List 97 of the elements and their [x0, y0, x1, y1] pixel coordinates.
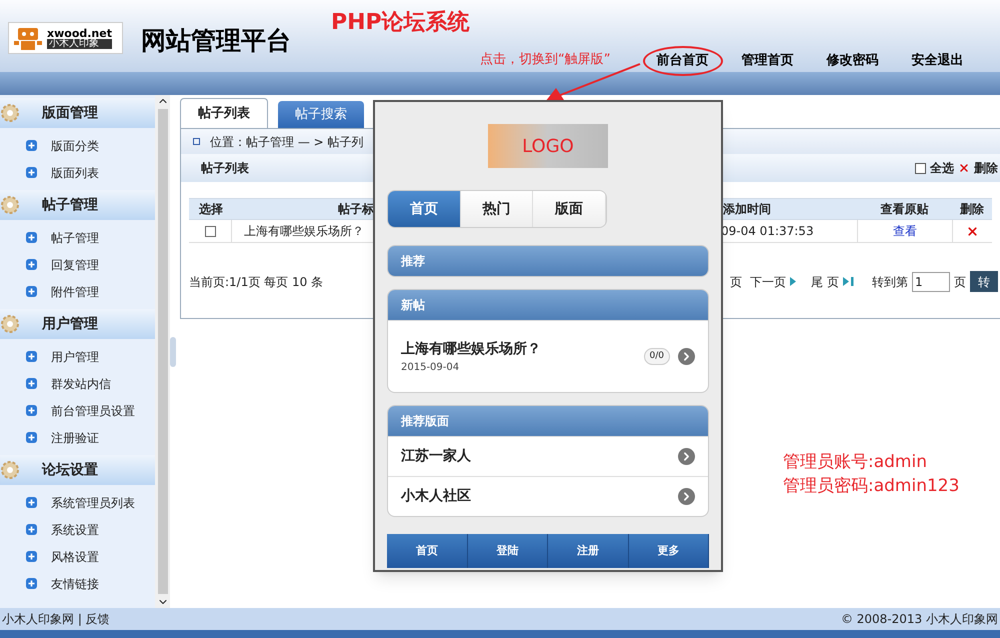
mobile-tab[interactable]: 热门 — [460, 191, 534, 227]
post-date: 2015-09-04 — [401, 360, 460, 374]
sidebar-item[interactable]: 系统设置 — [51, 520, 99, 538]
last-page-link[interactable]: 尾 页 — [811, 272, 839, 290]
copyright: © 2008-2013 小木人印象网 — [840, 611, 998, 628]
sidebar-item[interactable]: 注册验证 — [51, 428, 99, 446]
nav-link[interactable]: 管理首页 — [725, 50, 810, 72]
sidebar-section-header[interactable]: 版面管理 — [0, 98, 155, 128]
annotation-title: PHP论坛系统 — [331, 9, 470, 37]
plus-icon — [26, 524, 37, 535]
section-title: 推荐版面 — [401, 413, 449, 430]
mobile-nav-button[interactable]: 首页 — [387, 534, 468, 568]
panel-title: 帖子列表 — [201, 160, 249, 177]
chevron-icon — [678, 488, 695, 505]
view-link[interactable]: 查看 — [893, 222, 917, 240]
board-row[interactable]: 江苏一家人 — [388, 436, 708, 476]
sidebar-item[interactable]: 版面分类 — [51, 136, 99, 154]
delete-icon — [958, 162, 970, 174]
robot-icon — [13, 25, 43, 51]
mobile-nav-button[interactable]: 登陆 — [468, 534, 548, 568]
sidebar-item[interactable]: 回复管理 — [51, 256, 99, 274]
plus-icon — [26, 551, 37, 562]
sidebar-item[interactable]: 群发站内信 — [51, 374, 111, 392]
plus-icon — [26, 140, 37, 151]
section-title: 新帖 — [401, 297, 425, 314]
sidebar-item[interactable]: 风格设置 — [51, 548, 99, 566]
board-row[interactable]: 小木人社区 — [388, 476, 708, 516]
mobile-tab[interactable]: 版面 — [533, 191, 606, 227]
plus-icon — [26, 232, 37, 243]
plus-icon — [26, 259, 37, 270]
board-title: 小木人社区 — [401, 487, 472, 506]
select-all-checkbox[interactable] — [915, 162, 926, 174]
scrollbar-thumb[interactable] — [158, 109, 168, 594]
gear-icon — [0, 195, 20, 215]
plus-icon — [26, 497, 37, 508]
mobile-nav-button[interactable]: 注册 — [548, 534, 628, 568]
gear-icon — [0, 314, 20, 334]
sidebar-item[interactable]: 前台管理员设置 — [51, 402, 135, 420]
select-all-label: 全选 — [930, 160, 954, 177]
sidebar-section-header[interactable]: 论坛设置 — [0, 455, 155, 485]
sidebar-item[interactable]: 系统管理员列表 — [51, 494, 135, 512]
logo-text: xwood.net — [47, 28, 112, 38]
square-bullet-icon — [193, 138, 200, 145]
footer-links[interactable]: 小木人印象网 | 反馈 — [2, 610, 110, 628]
prev-page-link[interactable]: 页 — [730, 272, 742, 290]
plus-icon — [26, 405, 37, 416]
chevron-icon — [678, 448, 695, 465]
column-header: 帖子标 — [231, 198, 374, 220]
sidebar-item[interactable]: 帖子管理 — [51, 228, 99, 246]
mobile-tab[interactable]: 首页 — [388, 191, 461, 227]
go-button[interactable]: 转 — [970, 271, 998, 292]
delete-icon[interactable] — [966, 224, 979, 238]
plus-icon — [26, 167, 37, 178]
nav-link[interactable]: 安全退出 — [895, 50, 980, 72]
mobile-nav-button[interactable]: 更多 — [628, 534, 709, 568]
column-header: 删除 — [952, 198, 992, 220]
sidebar-item[interactable]: 用户管理 — [51, 348, 99, 366]
page-unit: 页 — [954, 274, 966, 290]
sidebar-section-header[interactable]: 用户管理 — [0, 309, 155, 339]
post-title: 上海有哪些娱乐场所？ — [401, 340, 542, 358]
plus-icon — [26, 351, 37, 362]
tab[interactable]: 帖子搜索 — [278, 101, 364, 128]
plus-icon — [26, 432, 37, 443]
delete-link[interactable]: 删除 — [974, 159, 998, 177]
count-badge: 0/0 — [644, 348, 670, 366]
sidebar-item[interactable]: 友情链接 — [51, 574, 99, 592]
column-header: 查看原贴 — [857, 198, 952, 220]
plus-icon — [26, 578, 37, 589]
sidebar-item[interactable]: 附件管理 — [51, 282, 99, 300]
annotation-text: 管理员密码:admin123 — [783, 475, 960, 498]
next-page-icon — [790, 277, 798, 286]
page-summary: 当前页:1/1页 每页 10 条 — [189, 274, 324, 290]
nav-link[interactable]: 修改密码 — [810, 50, 895, 72]
sidebar-section-header[interactable]: 帖子管理 — [0, 190, 155, 220]
column-header: 选择 — [189, 198, 231, 220]
plus-icon — [26, 286, 37, 297]
sidebar-item[interactable]: 版面列表 — [51, 164, 99, 182]
sidebar-scrollbar[interactable] — [155, 95, 170, 608]
plus-icon — [26, 378, 37, 389]
post-row[interactable]: 上海有哪些娱乐场所？ 2015-09-04 0/0 — [388, 320, 708, 392]
gear-icon — [0, 103, 20, 123]
row-checkbox[interactable] — [204, 226, 216, 236]
last-page-icon — [843, 277, 854, 286]
annotation-hint: 点击，切换到“触屏版” — [480, 51, 610, 69]
collapse-handle[interactable] — [170, 336, 176, 366]
site-title: 网站管理平台 — [141, 25, 291, 57]
annotation-text: 管理员账号:admin — [783, 451, 928, 474]
page-input[interactable]: 1 — [912, 272, 950, 292]
gear-icon — [0, 460, 20, 480]
breadcrumb: 位置：帖子管理 — > 帖子列 — [210, 134, 364, 150]
tab[interactable]: 帖子列表 — [180, 98, 268, 128]
goto-label: 转到第 — [872, 274, 908, 290]
next-page-link[interactable]: 下一页 — [750, 272, 786, 290]
logo-text: LOGO — [522, 134, 574, 158]
board-title: 江苏一家人 — [401, 446, 472, 466]
chevron-icon — [678, 348, 695, 365]
section-title: 推荐 — [401, 253, 425, 270]
